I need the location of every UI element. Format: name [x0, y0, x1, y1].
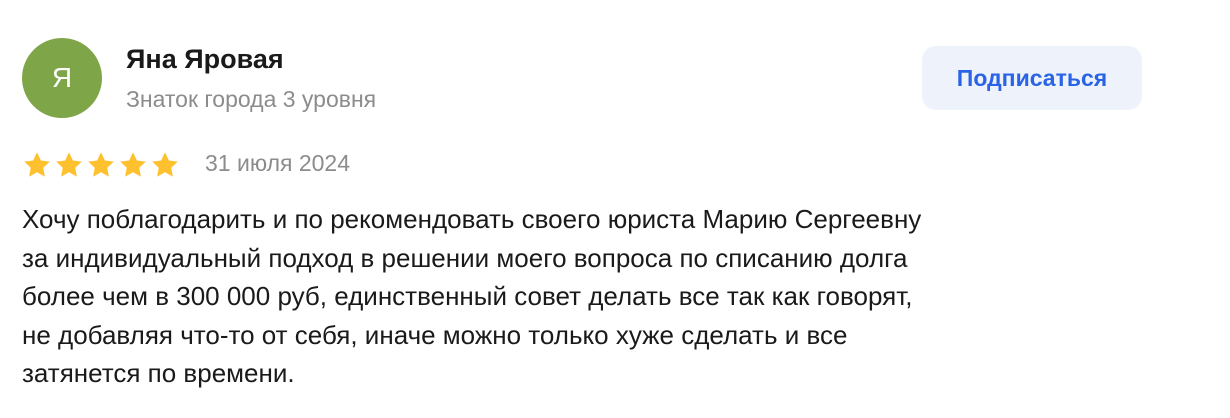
review-text-line: затянется по времени.	[22, 358, 295, 388]
subscribe-button[interactable]: Подписаться	[922, 46, 1142, 110]
star-icon	[24, 152, 50, 177]
review-text-line: Хочу поблагодарить и по рекомендовать св…	[22, 204, 922, 234]
star-icon	[56, 152, 82, 177]
review-card: Я Яна Яровая Знаток города 3 уровня Подп…	[0, 0, 1230, 418]
avatar[interactable]: Я	[22, 38, 102, 118]
author-level: Знаток города 3 уровня	[126, 86, 377, 112]
review-text-line: более чем в 300 000 руб, единственный со…	[22, 281, 913, 311]
star-icon	[152, 152, 178, 177]
review-text-line: не добавляя что-то от себя, иначе можно …	[22, 319, 848, 350]
author-name[interactable]: Яна Яровая	[126, 44, 284, 75]
star-icon	[88, 152, 114, 177]
review-text: Хочу поблагодарить и по рекомендовать св…	[22, 200, 1182, 393]
avatar-initial: Я	[51, 62, 73, 93]
review-date: 31 июля 2024	[205, 150, 350, 176]
star-icon	[120, 152, 146, 177]
star-rating	[22, 150, 180, 180]
review-text-line: за индивидуальный подход в решении моего…	[22, 242, 908, 273]
